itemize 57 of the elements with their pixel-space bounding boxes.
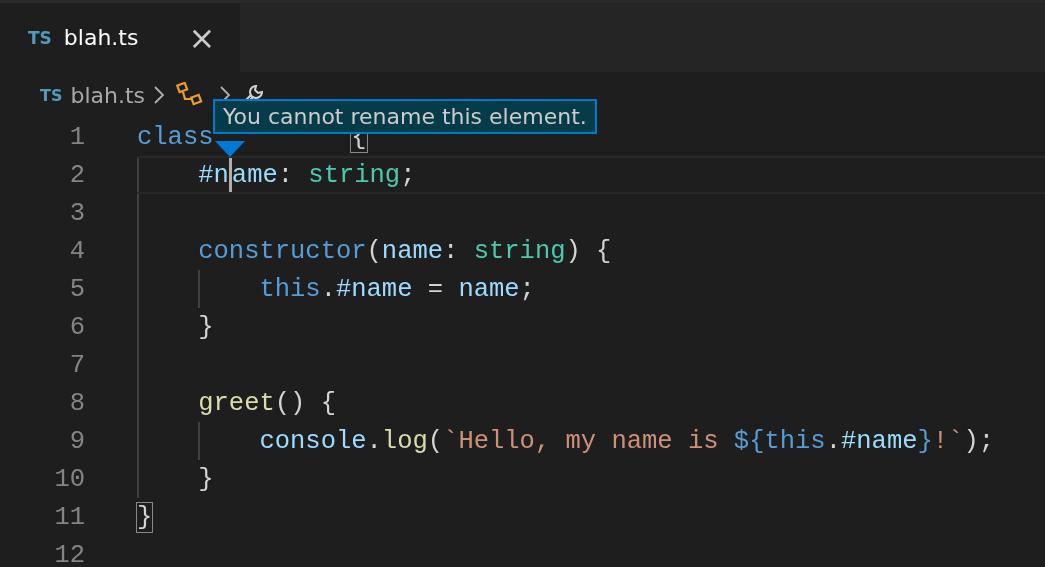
chevron-icon — [153, 85, 166, 105]
code-token: string — [473, 236, 566, 266]
line-number: 4 — [68, 236, 85, 266]
matched-bracket: } — [137, 502, 153, 532]
tooltip-pointer-icon — [215, 141, 245, 157]
code-token: ) { — [565, 236, 612, 266]
breadcrumb-item[interactable]: blah.ts — [70, 82, 146, 108]
tab-label: blah.ts — [63, 25, 139, 50]
code-token: name — [458, 274, 520, 304]
line-number: 8 — [68, 388, 85, 418]
line-number: 2 — [68, 160, 85, 190]
code-token: : — [277, 160, 295, 190]
code-token: string — [308, 160, 401, 190]
line-number: 6 — [68, 312, 85, 342]
code-token: () { — [274, 388, 336, 418]
close-icon[interactable]: × — [188, 21, 216, 54]
typescript-file-icon: TS — [40, 85, 63, 105]
code-token: } — [198, 312, 214, 342]
line-number: 7 — [68, 350, 85, 380]
code-token: ( — [366, 236, 382, 266]
code-token: = — [427, 274, 445, 304]
line-number: 9 — [68, 426, 85, 456]
line-number: 11 — [53, 502, 85, 532]
code-token: } — [917, 426, 933, 456]
code-token: `Hello, my name is — [443, 426, 720, 456]
code-token: constructor — [198, 236, 367, 266]
code-token: ; — [519, 274, 535, 304]
editor-tab[interactable]: TS blah.ts × — [0, 3, 240, 72]
code-token: class — [137, 122, 214, 152]
code-token: name — [381, 236, 444, 266]
code-token: : — [443, 236, 460, 266]
line-number: 5 — [68, 274, 85, 304]
code-token: #name — [841, 426, 918, 456]
code-token: ; — [400, 160, 416, 190]
code-token: !` — [932, 426, 964, 456]
code-token: . — [366, 426, 382, 456]
code-token: . — [320, 274, 336, 304]
code-token: log — [381, 426, 428, 456]
code-token: console — [259, 426, 367, 456]
line-number: 12 — [53, 540, 85, 567]
line-number: 10 — [53, 464, 85, 494]
tooltip-text: You cannot rename this element. — [223, 104, 587, 129]
class-icon — [175, 82, 204, 108]
code-token: #name — [335, 274, 413, 304]
code-token: . — [825, 426, 841, 456]
line-number: 1 — [68, 122, 85, 152]
code-token: } — [198, 464, 214, 494]
typescript-file-icon: TS — [28, 27, 52, 48]
code-token: this — [764, 426, 826, 456]
code-token: ${ — [733, 426, 765, 456]
code-token: #n — [198, 160, 229, 190]
code-token: ame — [231, 160, 278, 190]
code-token: ); — [963, 426, 995, 456]
code-token: greet — [198, 388, 275, 418]
line-number: 3 — [68, 198, 85, 228]
code-token: ( — [427, 426, 444, 456]
code-token: this — [259, 274, 321, 304]
